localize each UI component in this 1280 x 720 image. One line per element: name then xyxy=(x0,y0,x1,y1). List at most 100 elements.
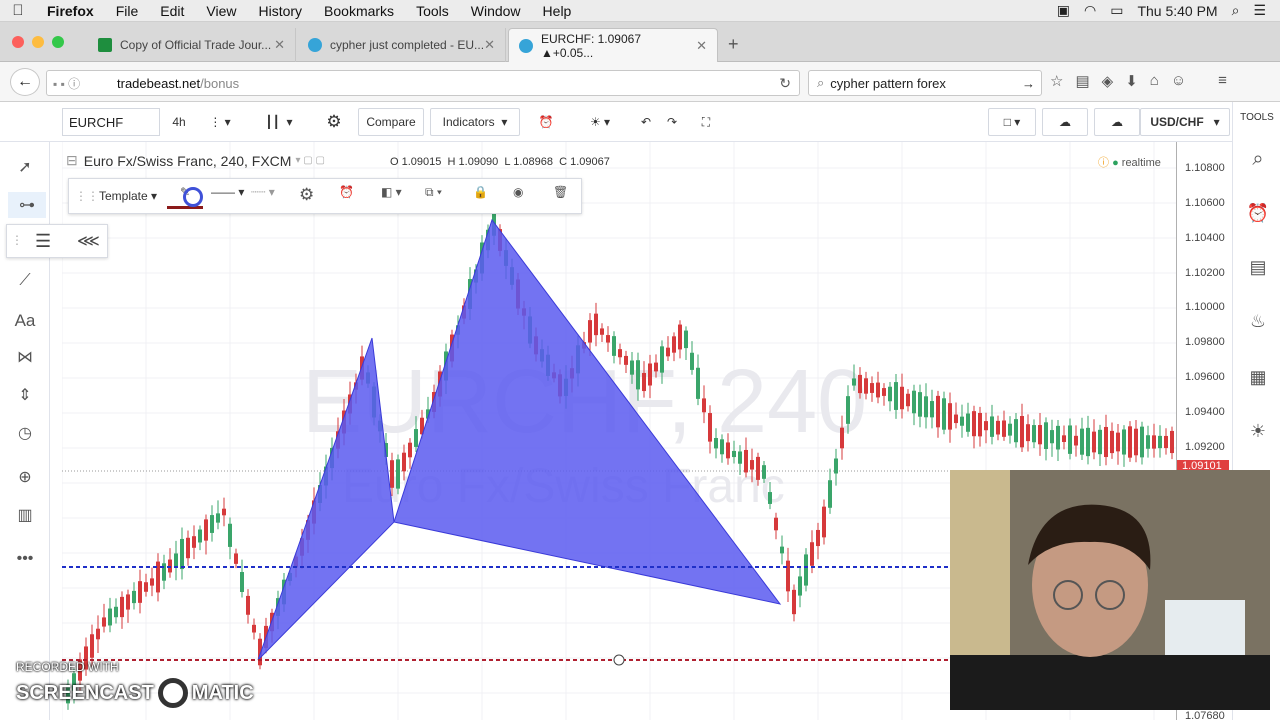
cloud-load-button[interactable]: ☁ xyxy=(1042,108,1088,136)
window-minimize-button[interactable] xyxy=(32,36,44,48)
spotlight-icon[interactable]: ⌕ xyxy=(1232,2,1240,19)
drag-handle-icon[interactable]: ⋮ xyxy=(11,233,23,247)
trendline-tool-icon[interactable]: ⊶ xyxy=(8,192,46,218)
search-input[interactable]: cypher pattern forex xyxy=(830,76,946,91)
reading-list-icon[interactable]: ▤ xyxy=(1075,72,1089,90)
download-icon[interactable]: ⬇ xyxy=(1125,72,1138,90)
search-icon[interactable]: ⌕ xyxy=(1245,146,1271,172)
trash-icon[interactable]: 🗑 xyxy=(553,185,568,199)
brand-left: SCREENCAST xyxy=(16,681,154,704)
template-dropdown[interactable]: Template ▾ xyxy=(99,189,157,203)
line-width-dropdown[interactable]: ―― ▾ xyxy=(211,185,244,199)
chart-settings-button[interactable]: ⚙ xyxy=(316,108,352,136)
warning-icon[interactable]: ⓘ xyxy=(1098,157,1109,169)
search-go-icon[interactable]: → xyxy=(1022,76,1041,91)
site-info-icon[interactable]: ▪ ▪ ⓘ xyxy=(47,75,117,92)
menu-window[interactable]: Window xyxy=(460,3,532,19)
cloud-save-button[interactable]: ☁ xyxy=(1094,108,1140,136)
ruler-icon[interactable]: ▥ xyxy=(12,502,38,528)
close-icon[interactable]: ✕ xyxy=(484,37,495,53)
interval-dropdown[interactable]: ⋮ ▾ xyxy=(200,108,240,136)
home-icon[interactable]: ⌂ xyxy=(1150,72,1159,90)
price-tick: 1.09400 xyxy=(1185,406,1225,418)
candle-body xyxy=(1008,423,1012,436)
window-close-button[interactable] xyxy=(12,36,24,48)
menu-tools[interactable]: Tools xyxy=(405,3,460,19)
interval-button[interactable]: 4h xyxy=(160,108,198,136)
pocket-icon[interactable]: ◈ xyxy=(1102,72,1114,90)
new-tab-button[interactable]: + xyxy=(728,34,739,55)
alert-add-icon[interactable]: ⏰ xyxy=(339,185,354,199)
legend-dropdown-icon[interactable]: ▾ ▢ ▢ xyxy=(295,155,324,166)
line-anchor-handle[interactable] xyxy=(613,654,625,666)
candle-body xyxy=(756,456,760,480)
close-icon[interactable]: ✕ xyxy=(696,38,707,54)
close-icon[interactable]: ✕ xyxy=(274,37,285,53)
alarm-clock-icon[interactable]: ⏰ xyxy=(1245,200,1271,226)
candle-body xyxy=(1080,428,1084,455)
icon-tool-icon[interactable]: ◷ xyxy=(12,420,38,446)
compare-button[interactable]: Compare xyxy=(358,108,424,136)
menu-app-firefox[interactable]: Firefox xyxy=(36,3,105,19)
menu-view[interactable]: View xyxy=(195,3,247,19)
ideas-button[interactable]: ☀ ▾ xyxy=(572,108,628,136)
wifi-icon[interactable]: ◠ xyxy=(1084,2,1096,19)
text-tool-icon[interactable]: Aa xyxy=(12,308,38,334)
measure-tool-icon[interactable]: ⇕ xyxy=(12,382,38,408)
apple-icon[interactable]:  xyxy=(0,2,36,19)
calendar-icon[interactable]: ▦ xyxy=(1245,364,1271,390)
pattern-tool-icon[interactable]: ⋈ xyxy=(12,344,38,370)
url-bar[interactable]: ▪ ▪ ⓘ tradebeast.net /bonus ↻ xyxy=(46,70,800,96)
candle-body xyxy=(1158,435,1162,449)
alert-button[interactable]: ⏰ xyxy=(526,108,566,136)
watchlist-symbol-button[interactable]: USD/CHF ▾ xyxy=(1140,108,1230,136)
battery-icon[interactable]: ▭ xyxy=(1110,2,1123,19)
tab-trade-journal[interactable]: Copy of Official Trade Jour... ✕ xyxy=(88,28,296,62)
horizontal-lines-icon[interactable]: ☰ xyxy=(35,231,51,252)
redo-button[interactable]: ↷ xyxy=(660,108,684,136)
zoom-icon[interactable]: ⊕ xyxy=(12,464,38,490)
display-icon[interactable]: ▣ xyxy=(1057,2,1070,19)
more-tools-icon[interactable]: ••• xyxy=(12,546,38,572)
visibility-eye-icon[interactable]: ◉ xyxy=(513,185,523,199)
window-zoom-button[interactable] xyxy=(52,36,64,48)
menu-file[interactable]: File xyxy=(105,3,150,19)
candle-body xyxy=(822,506,826,538)
fill-color-icon[interactable]: ◧ ▾ xyxy=(381,185,402,199)
menubar-clock[interactable]: Thu 5:40 PM xyxy=(1137,3,1217,19)
menu-help[interactable]: Help xyxy=(532,3,583,19)
ideas-lightbulb-icon[interactable]: ☀ xyxy=(1245,418,1271,444)
menu-history[interactable]: History xyxy=(247,3,313,19)
recorded-with-label: RECORDED WITH xyxy=(16,660,119,674)
search-bar[interactable]: ⌕ cypher pattern forex → xyxy=(808,70,1042,96)
layout-button[interactable]: □ ▾ xyxy=(988,108,1036,136)
tab-eurchf-chart[interactable]: EURCHF: 1.09067 ▲+0.05... ✕ xyxy=(508,28,718,62)
watchlist-icon[interactable]: ▤ xyxy=(1245,254,1271,280)
back-button[interactable]: ← xyxy=(10,68,40,96)
drag-handle-icon[interactable]: ⋮⋮ xyxy=(75,189,99,203)
lock-icon[interactable]: 🔒 xyxy=(473,185,488,199)
collapse-icon[interactable]: ⊟ xyxy=(66,152,78,169)
pitchfork-icon[interactable]: ⟋ xyxy=(12,268,38,294)
line-style-dropdown[interactable]: ┈┈ ▾ xyxy=(251,185,275,199)
fullscreen-button[interactable]: ⛶ xyxy=(692,108,720,136)
cursor-icon[interactable]: ➚ xyxy=(12,154,38,180)
settings-gear-icon[interactable]: ⚙ xyxy=(299,185,314,205)
hamburger-menu-icon[interactable]: ≡ xyxy=(1218,72,1227,90)
menu-edit[interactable]: Edit xyxy=(149,3,195,19)
candle-body xyxy=(948,403,952,430)
menu-bookmarks[interactable]: Bookmarks xyxy=(313,3,405,19)
clone-icon[interactable]: ⧉ ▾ xyxy=(425,185,442,200)
fan-lines-icon[interactable]: ⋘ xyxy=(77,231,100,251)
candle-body xyxy=(408,442,412,458)
reload-icon[interactable]: ↻ xyxy=(779,75,799,92)
tab-cypher-post[interactable]: cypher just completed - EU... ✕ xyxy=(298,28,506,62)
indicators-button[interactable]: Indicators ▾ xyxy=(430,108,520,136)
hotlist-flame-icon[interactable]: ♨ xyxy=(1245,308,1271,334)
chat-icon[interactable]: ☺ xyxy=(1171,72,1186,90)
chart-style-button[interactable]: ┃┃ ▾ xyxy=(248,108,310,136)
undo-button[interactable]: ↶ xyxy=(634,108,658,136)
bookmark-star-icon[interactable]: ☆ xyxy=(1050,72,1063,90)
symbol-search-input[interactable]: EURCHF xyxy=(62,108,160,136)
notification-center-icon[interactable]: ☰ xyxy=(1253,2,1266,19)
